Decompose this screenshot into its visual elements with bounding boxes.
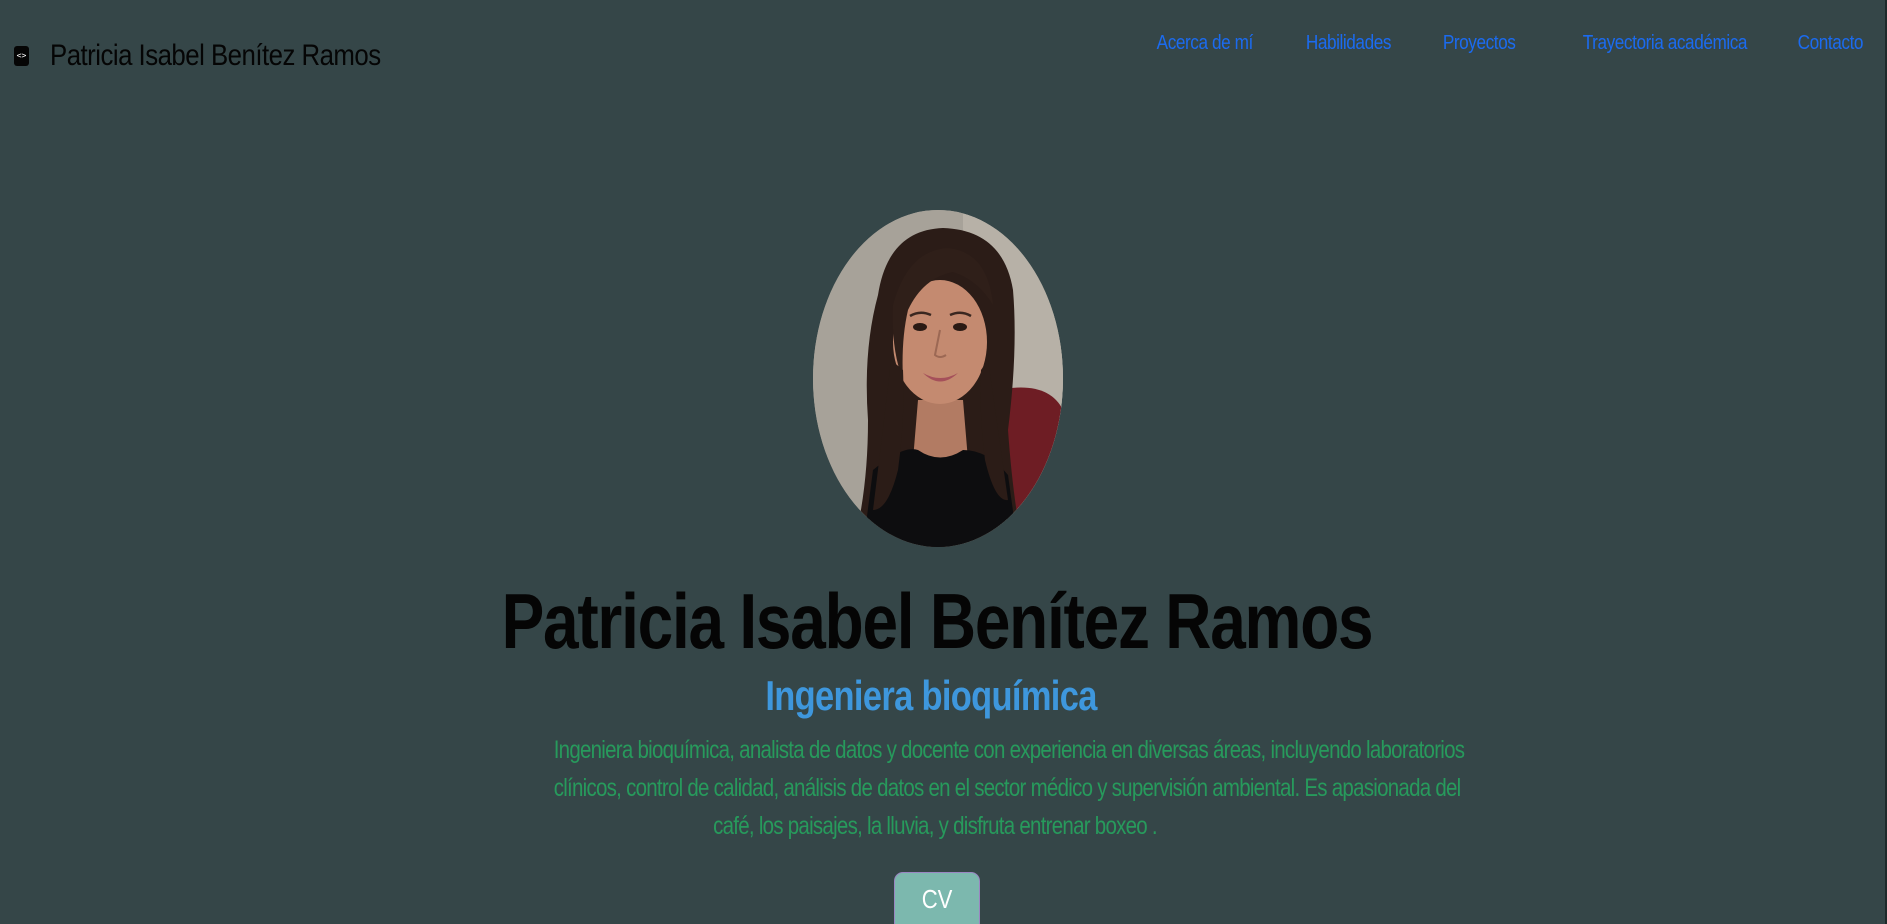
hero-role-text: Ingeniera bioquímica [765, 672, 1097, 719]
cv-button-label: CV [921, 884, 953, 914]
hero-role: Ingeniera bioquímica [0, 672, 1862, 720]
hero-section: Patricia Isabel Benítez Ramos Ingeniera … [0, 0, 1887, 924]
portfolio-page: <> Patricia Isabel Benítez Ramos Acerca … [0, 0, 1887, 924]
hero-name-text: Patricia Isabel Benítez Ramos [501, 577, 1373, 665]
bio-line: Ingeniera bioquímica, analista de datos … [553, 736, 1465, 764]
cv-button[interactable]: CV [894, 872, 980, 924]
hero-bio: Ingeniera bioquímica, analista de datos … [470, 731, 1465, 845]
bio-line: café, los paisajes, la lluvia, y disfrut… [713, 812, 1158, 840]
profile-photo-illustration [813, 210, 1063, 547]
profile-photo [813, 210, 1063, 547]
hero-name: Patricia Isabel Benítez Ramos [0, 576, 1873, 667]
bio-line: clínicos, control de calidad, análisis d… [553, 774, 1462, 802]
